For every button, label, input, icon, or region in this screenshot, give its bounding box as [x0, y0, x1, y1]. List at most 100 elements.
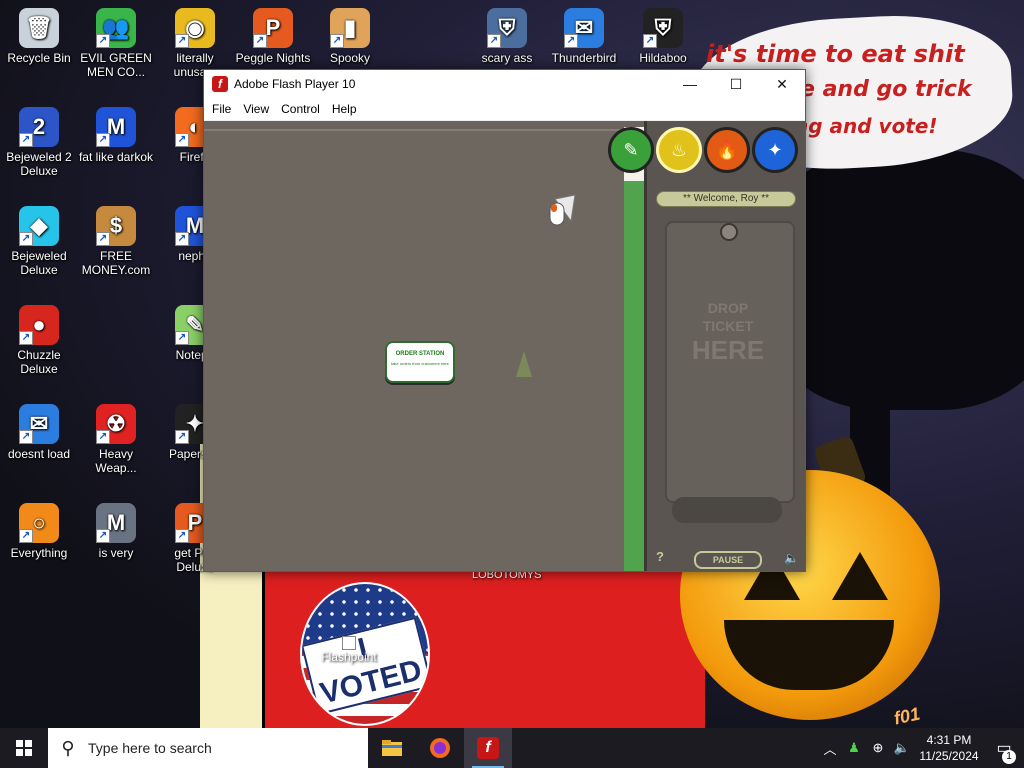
- order-station-sign[interactable]: ORDER STATION take orders from customers…: [385, 341, 455, 383]
- desktop-icon-label: Hildaboo: [639, 51, 687, 65]
- desktop-icon[interactable]: ▮ ↗ Spooky: [312, 8, 388, 65]
- welcome-banner: ** Welcome, Roy **: [656, 191, 796, 207]
- minimize-button[interactable]: —: [667, 70, 713, 98]
- mouse-hint-icon: [549, 194, 576, 226]
- fire-station-nav-button[interactable]: 🔥: [704, 127, 750, 173]
- bejeweled-2-icon: 2 ↗: [19, 107, 59, 147]
- menu-help[interactable]: Help: [326, 102, 363, 116]
- flash-game-canvas[interactable]: ORDER STATION take orders from customers…: [204, 121, 805, 571]
- green-men-icon: 👥 ↗: [96, 8, 136, 48]
- flashpoint-label: Flashpoint: [321, 650, 377, 664]
- window-titlebar[interactable]: f Adobe Flash Player 10 — ☐ ✕: [204, 70, 805, 98]
- shortcut-arrow-icon: ↗: [19, 232, 33, 246]
- peggle-icon: P ↗: [253, 8, 293, 48]
- desktop-icon[interactable]: M ↗ fat like darkok: [78, 107, 154, 164]
- help-button[interactable]: ?: [656, 549, 664, 564]
- shortcut-arrow-icon: ↗: [19, 430, 33, 444]
- shortcut-arrow-icon: ↗: [96, 430, 110, 444]
- search-placeholder: Type here to search: [88, 740, 212, 756]
- ticket-pin-icon: [720, 223, 738, 241]
- shortcut-arrow-icon: ↗: [19, 331, 33, 345]
- desktop-icon-label: Bejeweled Deluxe: [11, 249, 67, 277]
- order-station-subtitle: take orders from customers here: [391, 361, 449, 366]
- order-station-nav-button[interactable]: ✎: [608, 127, 654, 173]
- grill-station-nav-button[interactable]: ♨: [656, 127, 702, 173]
- recycle-bin-icon: 🗑: [19, 8, 59, 48]
- desktop-icon[interactable]: ✉ ↗ Thunderbird: [546, 8, 622, 65]
- pumpkin-right-eye: [832, 552, 888, 600]
- chrome-icon: ◉ ↗: [175, 8, 215, 48]
- shortcut-arrow-icon: ↗: [19, 529, 33, 543]
- desktop-icon-label: Spooky: [329, 51, 371, 65]
- desktop-icon[interactable]: ⛨ ↗ Hildaboo: [625, 8, 701, 65]
- desktop-icon-label: Recycle Bin: [7, 51, 71, 65]
- search-box[interactable]: ⚲ Type here to search: [48, 728, 368, 768]
- clock[interactable]: 4:31 PM 11/25/2024: [914, 732, 984, 764]
- desktop-icon[interactable]: 👥 ↗ EVIL GREEN MEN CO...: [78, 8, 154, 79]
- shortcut-arrow-icon: ↗: [175, 133, 189, 147]
- ticket-line-3: HERE: [691, 335, 765, 365]
- desktop-icon[interactable]: 🗑 Recycle Bin: [1, 8, 77, 65]
- shortcut-arrow-icon: ↗: [564, 34, 578, 48]
- chuzzle-icon: ● ↗: [19, 305, 59, 345]
- magnifier-icon: ○ ↗: [19, 503, 59, 543]
- network-icon[interactable]: ⊕: [866, 740, 890, 756]
- desktop-icon[interactable]: $ ↗ FREE MONEY.com: [78, 206, 154, 277]
- flash-icon: f: [212, 76, 228, 92]
- thunderbird-icon: ✉ ↗: [19, 404, 59, 444]
- pause-button[interactable]: PAUSE: [694, 551, 762, 569]
- maximize-button[interactable]: ☐: [713, 70, 759, 98]
- shortcut-arrow-icon: ↗: [96, 232, 110, 246]
- shortcut-arrow-icon: ↗: [175, 232, 189, 246]
- menu-view[interactable]: View: [237, 102, 275, 116]
- desktop-icon[interactable]: ⛨ ↗ scary ass: [469, 8, 545, 65]
- close-button[interactable]: ✕: [759, 70, 805, 98]
- desktop-icon[interactable]: P ↗ Peggle Nights: [235, 8, 311, 65]
- build-station-nav-button[interactable]: ✦: [752, 127, 798, 173]
- taskbar: ⚲ Type here to search f ︿ ♟ ⊕ 🔈 4:31 PM …: [0, 728, 1024, 768]
- flash-player-window[interactable]: f Adobe Flash Player 10 — ☐ ✕ File View …: [203, 69, 806, 572]
- desktop-icon[interactable]: ☢ ↗ Heavy Weap...: [78, 404, 154, 475]
- clock-date: 11/25/2024: [919, 749, 979, 763]
- notifications-button[interactable]: ▭ 1: [984, 738, 1024, 764]
- desktop-icon-label: fat like darkok: [78, 150, 154, 164]
- thunderbird-icon: ✉ ↗: [564, 8, 604, 48]
- yashma-shield-icon: ⛨ ↗: [643, 8, 683, 48]
- desktop-icon-label: doesnt load: [7, 447, 71, 461]
- desktop-icon[interactable]: ● ↗ Chuzzle Deluxe: [1, 305, 77, 376]
- shortcut-arrow-icon: ↗: [643, 34, 657, 48]
- desktop-icon[interactable]: M ↗ is very: [78, 503, 154, 560]
- flashpoint-shortcut[interactable]: Flashpoint: [318, 636, 380, 664]
- cursor-cone-icon: [516, 351, 532, 377]
- firefox-icon: [430, 738, 450, 758]
- people-icon[interactable]: ♟: [842, 740, 866, 756]
- shortcut-arrow-icon: ↗: [96, 34, 110, 48]
- diamond-icon: ◆ ↗: [19, 206, 59, 246]
- sound-icon[interactable]: 🔈: [784, 551, 799, 565]
- game-grass: [624, 181, 644, 571]
- desktop-icon[interactable]: ✉ ↗ doesnt load: [1, 404, 77, 461]
- desktop-icon[interactable]: ○ ↗ Everything: [1, 503, 77, 560]
- taskbar-firefox[interactable]: [416, 728, 464, 768]
- shortcut-arrow-icon: ↗: [175, 529, 189, 543]
- shortcut-arrow-icon: [342, 636, 356, 650]
- desktop-icon-label: is very: [98, 546, 134, 560]
- chevron-up-icon[interactable]: ︿: [818, 739, 842, 758]
- mpl-icon: M ↗: [96, 107, 136, 147]
- desktop-icon[interactable]: ◆ ↗ Bejeweled Deluxe: [1, 206, 77, 277]
- menu-file[interactable]: File: [206, 102, 237, 116]
- speech-line-1: it's time to eat shit: [706, 40, 965, 68]
- menu-control[interactable]: Control: [275, 102, 326, 116]
- desktop-icon[interactable]: 2 ↗ Bejeweled 2 Deluxe: [1, 107, 77, 178]
- window-title: Adobe Flash Player 10: [234, 77, 356, 91]
- volume-icon[interactable]: 🔈: [890, 740, 914, 756]
- notification-badge: 1: [1002, 750, 1016, 764]
- flash-icon: f: [477, 737, 499, 759]
- taskbar-file-explorer[interactable]: [368, 728, 416, 768]
- desktop-icon-label: Thunderbird: [551, 51, 617, 65]
- start-button[interactable]: [0, 728, 48, 768]
- folder-icon: [382, 740, 402, 756]
- order-station-title: ORDER STATION: [395, 351, 445, 357]
- shortcut-arrow-icon: ↗: [330, 34, 344, 48]
- taskbar-flash-player[interactable]: f: [464, 728, 512, 768]
